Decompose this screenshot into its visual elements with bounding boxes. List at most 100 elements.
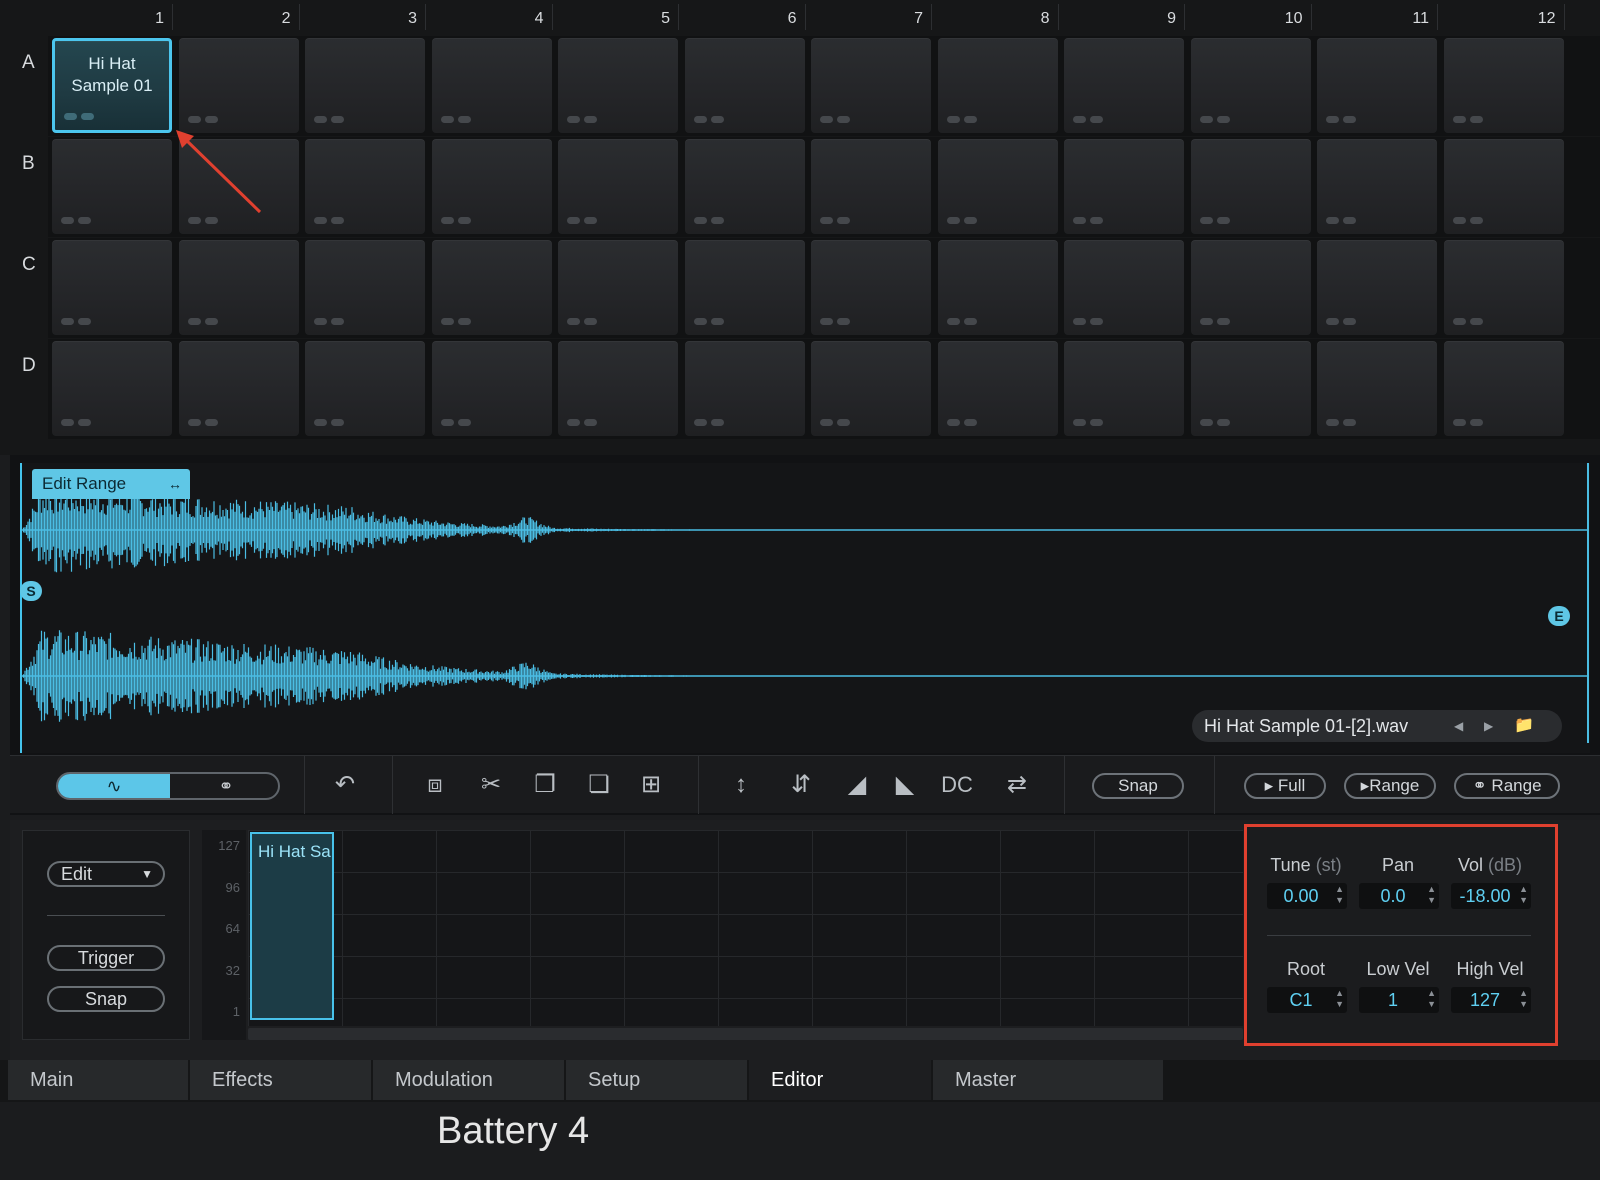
sample-cell[interactable] (178, 341, 299, 436)
reverse-icon[interactable]: ⇄ (1000, 768, 1034, 802)
sample-cell[interactable] (178, 240, 299, 335)
trigger-button[interactable]: Trigger (47, 945, 165, 971)
sample-cell[interactable] (431, 240, 552, 335)
sample-cell[interactable] (52, 139, 172, 234)
normalize-icon[interactable]: ↕ (724, 768, 758, 802)
tab-main[interactable]: Main (8, 1060, 188, 1100)
stepper-icon[interactable]: ▲ ▼ (1335, 884, 1344, 906)
sample-cell[interactable] (1190, 38, 1311, 133)
sample-cell-selected[interactable]: Hi Hat Sample 01 (52, 38, 172, 133)
play-full-button[interactable]: ▸ Full (1244, 773, 1326, 799)
folder-icon[interactable]: 📁 (1514, 710, 1534, 742)
sample-cell[interactable] (1317, 38, 1437, 133)
pan-field[interactable]: 0.0 ▲ ▼ (1359, 883, 1439, 909)
sample-cell[interactable] (937, 240, 1058, 335)
sample-cell[interactable] (431, 139, 552, 234)
sample-cell[interactable] (52, 341, 172, 436)
waveform-view-icon[interactable]: ∿ (58, 774, 170, 798)
sample-cell[interactable] (811, 240, 931, 335)
play-range-button[interactable]: ▸Range (1344, 773, 1436, 799)
sample-cell[interactable] (558, 240, 678, 335)
sample-cell[interactable] (305, 240, 425, 335)
fade-in-icon[interactable]: ◢ (840, 768, 874, 802)
sample-cell[interactable] (1317, 341, 1437, 436)
loop-range-button[interactable]: ⚭ Range (1454, 773, 1560, 799)
sample-cell[interactable] (811, 38, 931, 133)
tab-master[interactable]: Master (933, 1060, 1163, 1100)
stepper-icon[interactable]: ▲ ▼ (1427, 988, 1436, 1010)
crop-icon[interactable]: ⧈ (418, 768, 452, 802)
vol-field[interactable]: -18.00 ▲ ▼ (1451, 883, 1531, 909)
start-marker[interactable]: S (20, 581, 42, 601)
next-sample-icon[interactable]: ▶ (1484, 710, 1493, 742)
sample-cell[interactable] (1190, 240, 1311, 335)
sample-cell[interactable] (684, 38, 805, 133)
zone-map[interactable]: Hi Hat Sa (248, 830, 1243, 1026)
tune-field[interactable]: 0.00 ▲ ▼ (1267, 883, 1347, 909)
snap-button[interactable]: Snap (1092, 773, 1184, 799)
sample-cell[interactable] (811, 139, 931, 234)
tab-effects[interactable]: Effects (190, 1060, 371, 1100)
copy-icon[interactable]: ❐ (528, 768, 562, 802)
sample-cell[interactable] (1443, 240, 1564, 335)
sample-cell[interactable] (1443, 139, 1564, 234)
stepper-icon[interactable]: ▲ ▼ (1519, 988, 1528, 1010)
fade-out-icon[interactable]: ◣ (888, 768, 922, 802)
edit-dropdown[interactable]: Edit ▼ (47, 861, 165, 887)
root-field[interactable]: C1 ▲ ▼ (1267, 987, 1347, 1013)
sample-cell[interactable] (684, 139, 805, 234)
view-mode-toggle[interactable]: ∿ ⚭ (56, 772, 280, 800)
low-vel-field[interactable]: 1 ▲ ▼ (1359, 987, 1439, 1013)
sample-cell[interactable] (1190, 341, 1311, 436)
high-vel-field[interactable]: 127 ▲ ▼ (1451, 987, 1531, 1013)
tab-editor[interactable]: Editor (749, 1060, 931, 1100)
sample-cell[interactable] (1317, 240, 1437, 335)
dc-offset-button[interactable]: DC (940, 768, 974, 802)
sample-cell[interactable] (684, 341, 805, 436)
snap-button[interactable]: Snap (47, 986, 165, 1012)
indicator-dot (1469, 217, 1483, 224)
tab-setup[interactable]: Setup (566, 1060, 747, 1100)
sample-cell[interactable] (937, 139, 1058, 234)
sample-cell[interactable] (1064, 38, 1184, 133)
sample-cell[interactable] (305, 341, 425, 436)
sample-cell[interactable] (1443, 38, 1564, 133)
cut-icon[interactable]: ✂ (474, 768, 508, 802)
sample-cell[interactable] (431, 38, 552, 133)
tab-modulation[interactable]: Modulation (373, 1060, 564, 1100)
end-marker[interactable]: E (1548, 606, 1570, 626)
sample-cell[interactable] (1317, 139, 1437, 234)
sample-cell[interactable] (684, 240, 805, 335)
sample-cell[interactable] (1443, 341, 1564, 436)
sample-cell[interactable] (305, 38, 425, 133)
sample-cell[interactable] (937, 341, 1058, 436)
sample-zone[interactable]: Hi Hat Sa (250, 832, 334, 1020)
sample-cell[interactable] (305, 139, 425, 234)
stepper-icon[interactable]: ▲ ▼ (1427, 884, 1436, 906)
duplicate-icon[interactable]: ⊞ (634, 768, 668, 802)
sample-cell[interactable] (558, 341, 678, 436)
sample-cell[interactable] (811, 341, 931, 436)
stepper-icon[interactable]: ▲ ▼ (1519, 884, 1528, 906)
sample-cell[interactable] (178, 38, 299, 133)
horizontal-scrollbar[interactable] (248, 1028, 1243, 1040)
sample-cell[interactable] (558, 139, 678, 234)
sample-cell[interactable] (937, 38, 1058, 133)
sample-cell[interactable] (1064, 341, 1184, 436)
silence-icon[interactable]: ⇵ (784, 768, 818, 802)
sample-cell[interactable] (1064, 139, 1184, 234)
undo-icon[interactable]: ↶ (328, 768, 362, 802)
sample-cell[interactable] (1064, 240, 1184, 335)
sample-cell[interactable] (1190, 139, 1311, 234)
link-view-icon[interactable]: ⚭ (170, 774, 278, 798)
stepper-icon[interactable]: ▲ ▼ (1335, 988, 1344, 1010)
sample-cell[interactable] (52, 240, 172, 335)
edit-range-tab[interactable]: Edit Range ↔ (32, 469, 190, 499)
sample-cell[interactable] (558, 38, 678, 133)
prev-sample-icon[interactable]: ◀ (1454, 710, 1463, 742)
sample-file-selector[interactable]: Hi Hat Sample 01-[2].wav ◀ ▶ 📁 (1192, 710, 1562, 742)
indicator-dot (710, 318, 724, 325)
waveform-display[interactable]: Edit Range ↔ S E Hi Hat Sample 01-[2].wa… (20, 463, 1590, 753)
sample-cell[interactable] (431, 341, 552, 436)
paste-icon[interactable]: ❏ (582, 768, 616, 802)
